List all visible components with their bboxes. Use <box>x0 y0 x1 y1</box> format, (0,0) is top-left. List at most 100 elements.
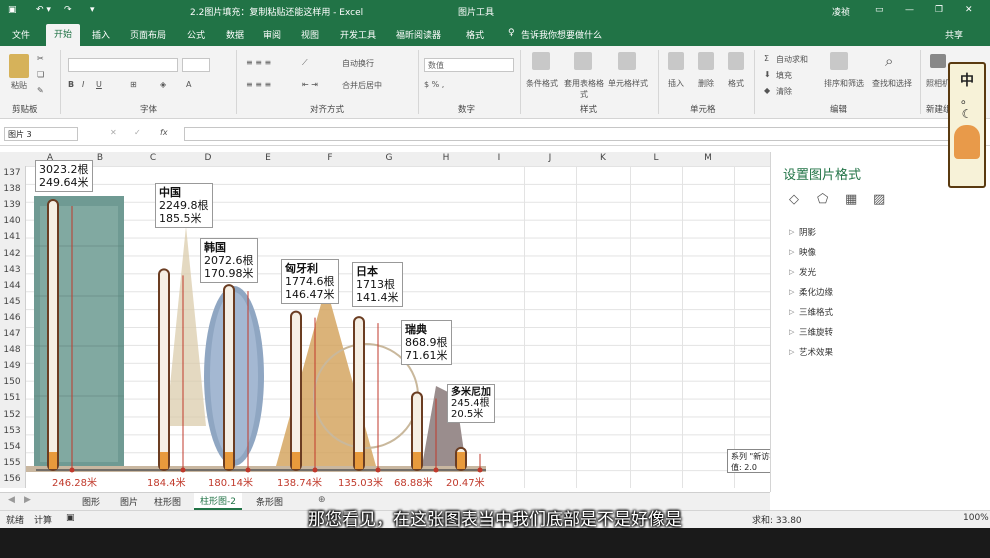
bar-0[interactable] <box>47 199 59 471</box>
autosum-icon[interactable]: Σ <box>764 54 769 63</box>
row-header-137[interactable]: 137 <box>0 168 24 178</box>
fx-icon[interactable]: fx <box>160 128 168 137</box>
row-header-138[interactable]: 138 <box>0 184 24 194</box>
row-header-139[interactable]: 139 <box>0 200 24 210</box>
row-header-142[interactable]: 142 <box>0 249 24 259</box>
italic-icon[interactable]: I <box>82 80 84 89</box>
bar-4[interactable] <box>353 316 365 471</box>
autosum-button[interactable]: 自动求和 <box>776 54 808 65</box>
table-format-icon[interactable] <box>574 52 592 70</box>
save-icon[interactable]: ▣ <box>8 5 17 15</box>
tab-insert[interactable]: 插入 <box>92 28 110 41</box>
cut-icon[interactable]: ✂ <box>37 54 44 63</box>
tab-developer[interactable]: 开发工具 <box>340 28 376 41</box>
formula-input[interactable] <box>184 127 980 141</box>
col-k[interactable]: K <box>576 153 630 163</box>
row-header-150[interactable]: 150 <box>0 377 24 387</box>
fill-line-icon[interactable]: ◇ <box>789 192 799 207</box>
align-left-icon[interactable]: ≡ ≡ ≡ <box>246 80 271 89</box>
number-format-select[interactable]: 数值 <box>424 58 514 72</box>
row-header-149[interactable]: 149 <box>0 361 24 371</box>
col-c[interactable]: C <box>126 153 180 163</box>
row-header-147[interactable]: 147 <box>0 329 24 339</box>
size-properties-icon[interactable]: ▦ <box>845 192 857 207</box>
wrap-text-button[interactable]: 自动换行 <box>342 58 374 69</box>
underline-icon[interactable]: U <box>96 80 102 89</box>
orientation-icon[interactable]: ⟋ <box>302 58 308 68</box>
fill-icon[interactable]: ⬇ <box>764 70 771 79</box>
bar-2[interactable] <box>223 284 235 472</box>
row-header-148[interactable]: 148 <box>0 345 24 355</box>
clear-button[interactable]: 清除 <box>776 86 792 97</box>
enter-icon[interactable]: ✓ <box>134 128 141 137</box>
minimize-icon[interactable]: — <box>905 5 914 15</box>
find-select-button[interactable]: 查找和选择 <box>872 78 912 89</box>
col-f[interactable]: F <box>300 153 360 163</box>
ribbon-options-icon[interactable]: ▭ <box>875 5 884 15</box>
font-color-icon[interactable]: A <box>186 80 191 89</box>
undo-icon[interactable]: ↶ ▾ <box>36 5 51 15</box>
user-name[interactable]: 凌祯 <box>832 5 850 18</box>
col-h[interactable]: H <box>418 153 474 163</box>
share-button[interactable]: 共享 <box>945 28 963 41</box>
ime-widget[interactable]: 中 。 ☾ <box>948 62 986 188</box>
redo-icon[interactable]: ↷ <box>64 5 72 15</box>
format-cells-button[interactable]: 格式 <box>728 78 744 89</box>
paste-icon[interactable] <box>9 54 29 78</box>
pane-item-reflection[interactable]: 映像 <box>799 246 816 258</box>
tab-formulas[interactable]: 公式 <box>187 28 205 41</box>
row-header-151[interactable]: 151 <box>0 393 24 403</box>
indent-icon[interactable]: ⇤ ⇥ <box>302 80 318 89</box>
qat-more-icon[interactable]: ▾ <box>90 5 95 15</box>
row-header-140[interactable]: 140 <box>0 216 24 226</box>
fill-color-icon[interactable]: ◈ <box>160 80 166 89</box>
fill-button[interactable]: 填充 <box>776 70 792 81</box>
pane-item-3d-format[interactable]: 三维格式 <box>799 306 833 318</box>
table-format-button[interactable]: 套用表格格式 <box>564 78 604 100</box>
sort-filter-icon[interactable] <box>830 52 848 70</box>
pane-item-3d-rotation[interactable]: 三维旋转 <box>799 326 833 338</box>
col-l[interactable]: L <box>630 153 682 163</box>
row-header-144[interactable]: 144 <box>0 281 24 291</box>
tab-foxit[interactable]: 福昕阅读器 <box>396 28 441 41</box>
tab-format[interactable]: 格式 <box>466 28 484 41</box>
col-i[interactable]: I <box>474 153 524 163</box>
delete-cells-icon[interactable] <box>698 52 714 70</box>
col-e[interactable]: E <box>236 153 300 163</box>
col-m[interactable]: M <box>682 153 734 163</box>
row-header-152[interactable]: 152 <box>0 410 24 420</box>
align-top-icon[interactable]: ≡ ≡ ≡ <box>246 58 271 67</box>
find-select-icon[interactable]: ⌕ <box>885 52 893 70</box>
cancel-icon[interactable]: ✕ <box>110 128 117 137</box>
pane-item-soft-edges[interactable]: 柔化边缘 <box>799 286 833 298</box>
paste-button[interactable]: 粘贴 <box>11 80 27 91</box>
delete-cells-button[interactable]: 删除 <box>698 78 714 89</box>
insert-cells-button[interactable]: 插入 <box>668 78 684 89</box>
cell-style-button[interactable]: 单元格样式 <box>608 78 648 89</box>
tab-scroll-left-icon[interactable]: ◀ <box>8 495 15 505</box>
tab-home[interactable]: 开始 <box>46 24 81 46</box>
row-header-154[interactable]: 154 <box>0 442 24 452</box>
col-d[interactable]: D <box>180 153 236 163</box>
effects-icon[interactable]: ⬠ <box>817 192 828 207</box>
tell-me-input[interactable]: 告诉我你想要做什么 <box>521 28 602 41</box>
row-header-153[interactable]: 153 <box>0 426 24 436</box>
cell-style-icon[interactable] <box>618 52 636 70</box>
format-cells-icon[interactable] <box>728 52 744 70</box>
row-header-143[interactable]: 143 <box>0 265 24 275</box>
currency-icon[interactable]: $ % , <box>424 80 444 89</box>
col-j[interactable]: J <box>524 153 576 163</box>
bar-3[interactable] <box>290 310 302 471</box>
picture-icon[interactable]: ▨ <box>873 192 885 207</box>
tab-data[interactable]: 数据 <box>226 28 244 41</box>
col-g[interactable]: G <box>360 153 418 163</box>
cond-format-button[interactable]: 条件格式 <box>526 78 558 89</box>
pane-item-glow[interactable]: 发光 <box>799 266 816 278</box>
borders-icon[interactable]: ⊞ <box>130 80 137 89</box>
clear-icon[interactable]: ◆ <box>764 86 770 95</box>
bar-1[interactable] <box>158 268 170 471</box>
bold-icon[interactable]: B <box>68 80 74 89</box>
format-painter-icon[interactable]: ✎ <box>37 86 44 95</box>
pane-item-shadow[interactable]: 阴影 <box>799 226 816 238</box>
font-size-input[interactable] <box>182 58 210 72</box>
